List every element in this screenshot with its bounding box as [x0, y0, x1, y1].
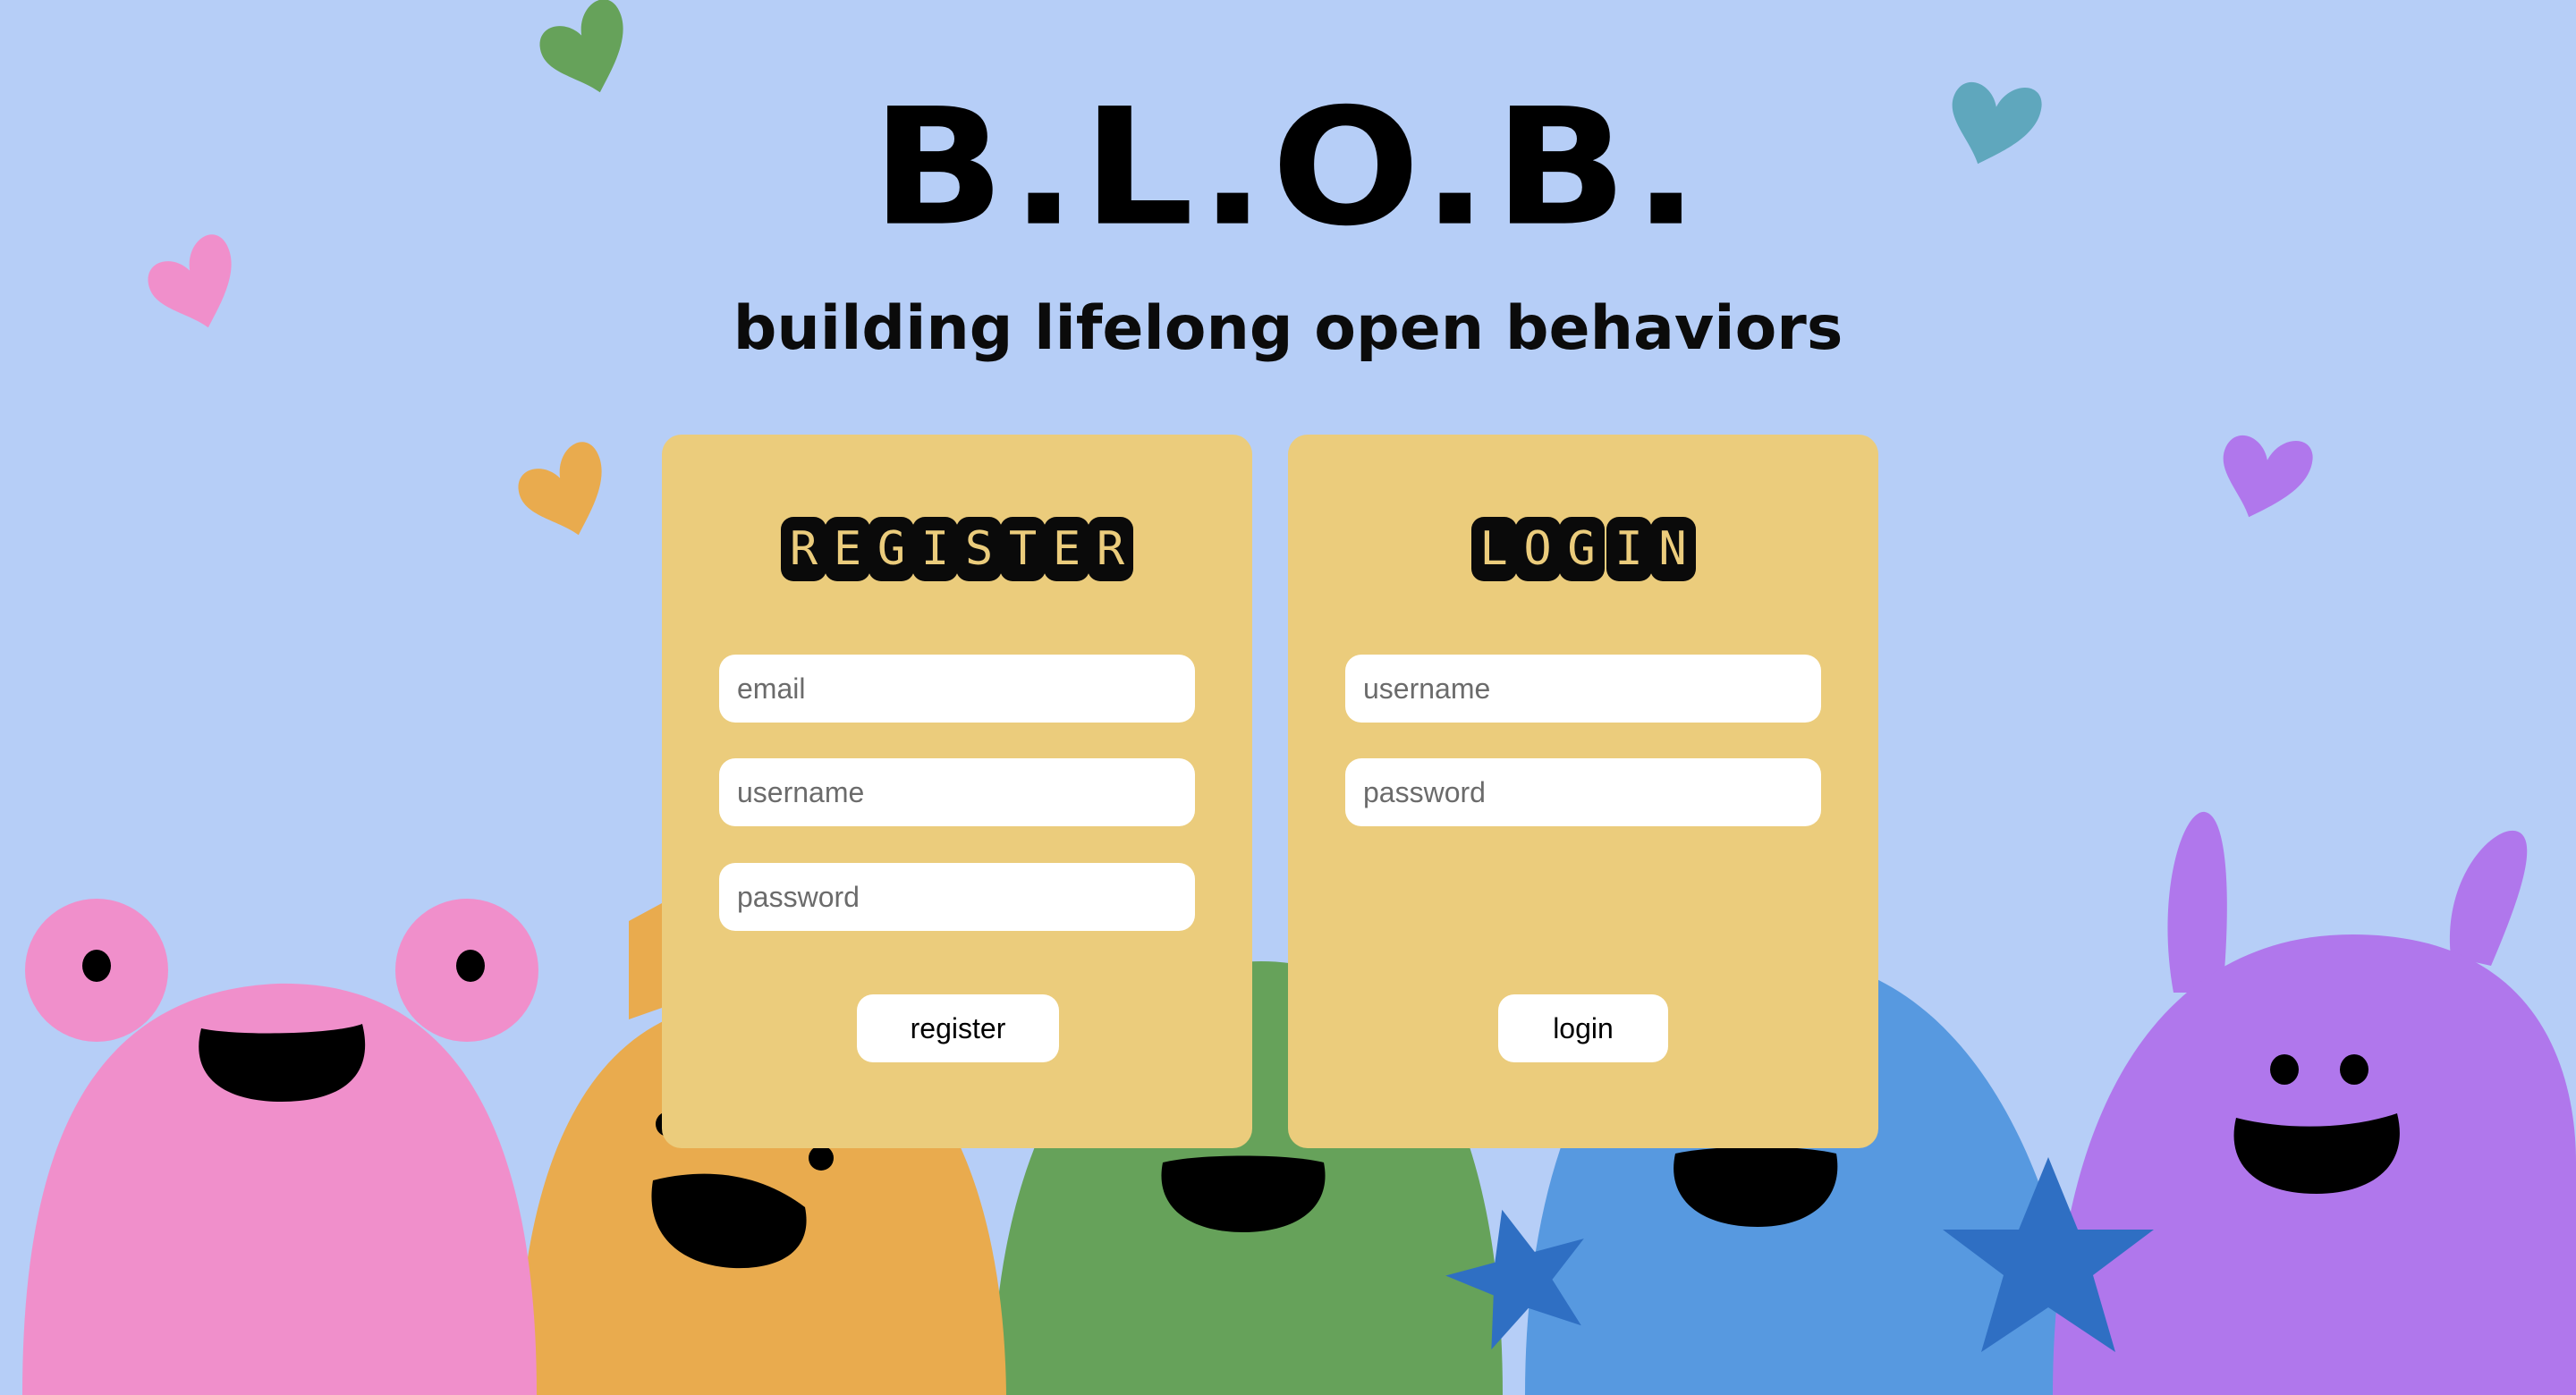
heading-letter: O [1514, 517, 1561, 581]
heading-letter: I [1606, 517, 1652, 581]
register-heading: R E G I S T E R [662, 517, 1252, 581]
heading-letter: G [869, 517, 914, 581]
pink-frog-character [22, 899, 538, 1395]
heading-letter: R [1088, 517, 1133, 581]
register-password-input[interactable] [719, 863, 1195, 931]
heading-letter: T [1000, 517, 1046, 581]
login-page: B.L.O.B. building lifelong open behavior… [0, 0, 2576, 1395]
heading-letter: E [1044, 517, 1089, 581]
heading-letter: G [1558, 517, 1605, 581]
heading-letter: I [912, 517, 958, 581]
heading-letter: R [781, 517, 826, 581]
heading-letter: S [956, 517, 1002, 581]
login-button[interactable]: login [1498, 994, 1668, 1062]
heading-letter: L [1470, 517, 1517, 581]
heart-icon [518, 442, 602, 536]
app-subtitle: building lifelong open behaviors [733, 293, 1843, 364]
login-username-input[interactable] [1345, 655, 1821, 723]
register-card: R E G I S T E R register [662, 435, 1252, 1148]
heading-letter: N [1649, 517, 1696, 581]
login-password-input[interactable] [1345, 758, 1821, 826]
register-username-input[interactable] [719, 758, 1195, 826]
register-email-input[interactable] [719, 655, 1195, 723]
heart-icon [2223, 435, 2313, 518]
login-heading: L O G I N [1288, 517, 1878, 581]
login-card: L O G I N login [1288, 435, 1878, 1148]
heading-letter: E [825, 517, 870, 581]
app-title: B.L.O.B. [871, 74, 1705, 262]
purple-bunny-character [2053, 811, 2576, 1395]
register-button[interactable]: register [857, 994, 1059, 1062]
